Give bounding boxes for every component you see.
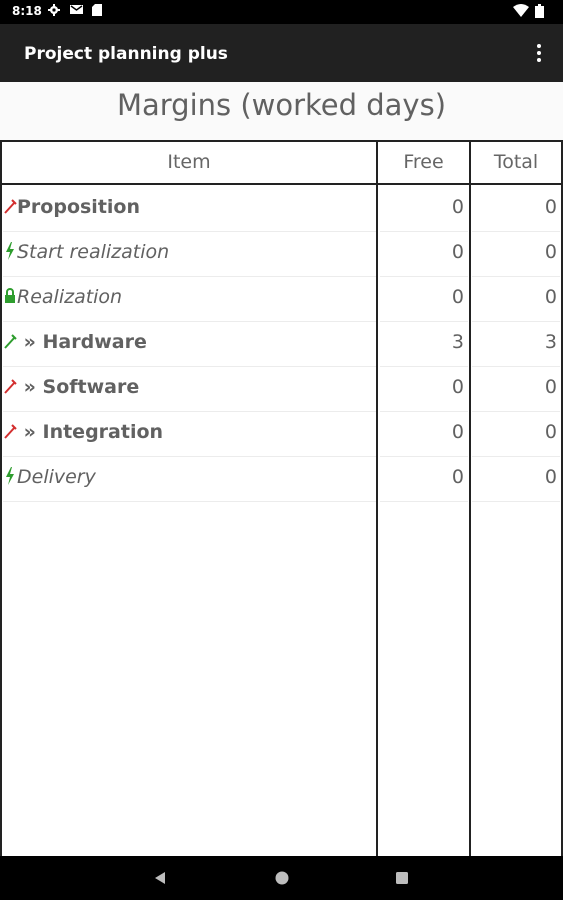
app-title: Project planning plus [24, 44, 228, 64]
row-total: 0 [544, 241, 557, 263]
tools-icon [4, 379, 17, 394]
column-divider-left [0, 140, 2, 856]
table-row[interactable]: » Hardware 3 3 [3, 321, 562, 366]
tools-icon [4, 334, 17, 349]
row-free: 0 [451, 286, 464, 308]
row-free: 0 [451, 196, 464, 218]
row-label: » Hardware [17, 331, 147, 353]
header-free[interactable]: Free [378, 151, 469, 173]
table-row[interactable]: Start realization 0 0 [3, 231, 562, 276]
header-bottom-border [0, 183, 563, 185]
lightning-icon [6, 467, 14, 485]
gear-icon [48, 4, 60, 16]
row-total: 3 [544, 331, 557, 353]
status-time: 8:18 [12, 4, 42, 18]
row-label: Start realization [17, 241, 170, 263]
page-title: Margins (worked days) [116, 88, 447, 122]
row-item: » Integration [3, 421, 375, 443]
table-row[interactable]: » Software 0 0 [3, 366, 562, 411]
row-free: 0 [451, 421, 464, 443]
app-bar: Project planning plus [0, 24, 563, 82]
table-header: Item Free Total [0, 142, 563, 184]
row-item: Start realization [3, 241, 375, 263]
row-item: Delivery [3, 466, 375, 488]
table-row[interactable]: Proposition 0 0 [3, 186, 562, 231]
row-label: » Integration [17, 421, 164, 443]
home-icon[interactable] [274, 870, 290, 886]
battery-icon [535, 4, 544, 18]
row-label: Proposition [17, 196, 140, 218]
system-nav-bar [0, 856, 563, 900]
table-row[interactable]: Realization 0 0 [3, 276, 562, 321]
table-row[interactable]: » Integration 0 0 [3, 411, 562, 456]
row-total: 0 [544, 286, 557, 308]
row-total: 0 [544, 196, 557, 218]
page-title-band: Margins (worked days) [0, 82, 563, 140]
lightning-icon [6, 242, 14, 260]
row-item: Realization [3, 286, 375, 308]
lock-icon [5, 288, 15, 303]
tools-icon [4, 424, 17, 439]
row-free: 0 [451, 376, 464, 398]
row-item: Proposition [3, 196, 375, 218]
margins-table: Item Free Total Proposition 0 0 Start re… [0, 140, 563, 856]
back-icon[interactable] [152, 870, 168, 886]
table-row[interactable]: Delivery 0 0 [3, 456, 562, 501]
tools-icon [4, 199, 17, 214]
row-free: 3 [451, 331, 464, 353]
header-item[interactable]: Item [2, 151, 376, 173]
recents-icon[interactable] [394, 870, 410, 886]
row-label: Realization [17, 286, 123, 308]
row-item: » Hardware [3, 331, 375, 353]
row-total: 0 [544, 421, 557, 443]
row-free: 0 [451, 241, 464, 263]
mail-icon [70, 5, 83, 14]
row-free: 0 [451, 466, 464, 488]
overflow-menu-icon[interactable] [531, 41, 547, 65]
row-total: 0 [544, 376, 557, 398]
status-icons-right [513, 4, 551, 18]
row-total: 0 [544, 466, 557, 488]
sd-card-icon [92, 4, 102, 16]
row-label: Delivery [17, 466, 96, 488]
row-item: » Software [3, 376, 375, 398]
row-label: » Software [17, 376, 140, 398]
status-bar: 8:18 [0, 0, 563, 24]
header-total[interactable]: Total [471, 151, 561, 173]
wifi-icon [513, 4, 529, 17]
